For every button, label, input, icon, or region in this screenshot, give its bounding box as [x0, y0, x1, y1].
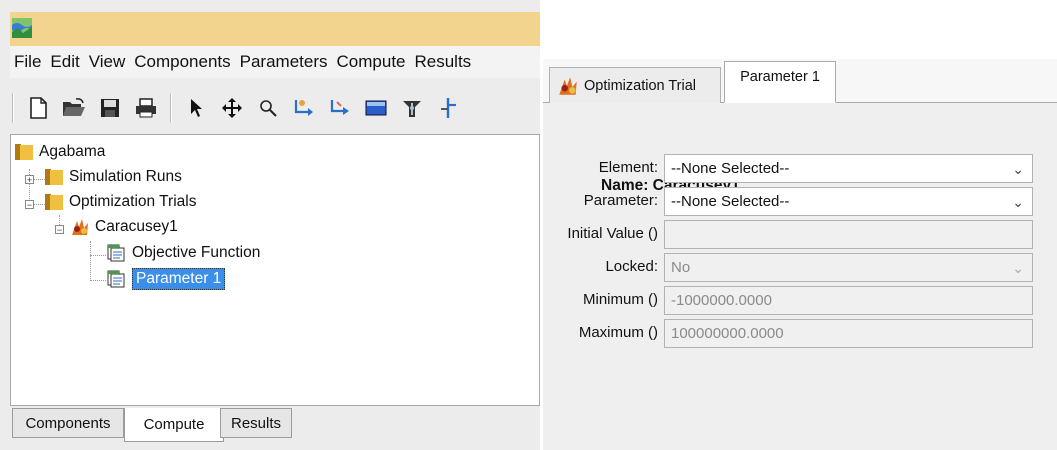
tree-label-root: Agabama — [39, 143, 106, 160]
main-window: File Edit View Components Parameters Com… — [0, 0, 540, 450]
tree-label-simulation-runs: Simulation Runs — [69, 168, 182, 185]
zoom-icon[interactable] — [256, 96, 280, 120]
locked-label: Locked: — [605, 258, 658, 275]
menu-edit[interactable]: Edit — [46, 52, 83, 72]
bottom-tab-bar: Components Compute Results — [10, 408, 540, 442]
menu-bar: File Edit View Components Parameters Com… — [10, 46, 540, 78]
print-icon[interactable] — [134, 96, 158, 120]
folder-icon — [45, 194, 63, 210]
chevron-down-icon: ⌄ — [1012, 161, 1024, 177]
junction-icon[interactable] — [400, 96, 424, 120]
locked-dropdown[interactable]: No ⌄ — [664, 253, 1033, 282]
tree-node-trial[interactable]: Caracusey1 — [69, 216, 178, 238]
folder-icon — [15, 144, 33, 160]
element-dropdown[interactable]: --None Selected-- ⌄ — [664, 154, 1033, 183]
tab-optimization-trial[interactable]: Optimization Trial — [549, 67, 721, 103]
minimum-value: -1000000.0000 — [671, 292, 772, 309]
tab-optimization-trial-label: Optimization Trial — [584, 77, 697, 94]
add-element-icon[interactable] — [292, 96, 316, 120]
tree-line — [90, 241, 91, 281]
folder-icon — [45, 169, 63, 185]
component-editor: Optimization Trial Parameter 1 Name: Car… — [543, 59, 1057, 450]
connect-icon[interactable] — [328, 96, 352, 120]
tree-node-optimization-trials[interactable]: Optimization Trials — [45, 191, 196, 213]
minimum-label: Minimum () — [583, 291, 658, 308]
move-icon[interactable] — [220, 96, 244, 120]
new-icon[interactable] — [26, 96, 50, 120]
tab-parameter-1[interactable]: Parameter 1 — [724, 61, 836, 103]
parameter-value: --None Selected-- — [671, 193, 790, 210]
collapse-icon[interactable]: − — [25, 200, 34, 210]
tab-results[interactable]: Results — [220, 408, 292, 438]
save-icon[interactable] — [98, 96, 122, 120]
arrow-icon[interactable] — [184, 96, 208, 120]
title-bar[interactable] — [10, 12, 540, 46]
toolbar-separator — [12, 93, 14, 123]
toolbar-separator — [170, 93, 172, 123]
collapse-icon[interactable]: − — [55, 225, 64, 235]
menu-compute[interactable]: Compute — [333, 52, 410, 72]
initial-value-field[interactable] — [664, 220, 1033, 249]
tab-components[interactable]: Components — [12, 408, 124, 438]
project-tree: Agabama + Simulation Runs − Optimization… — [10, 134, 540, 406]
tree-node-simulation-runs[interactable]: Simulation Runs — [45, 166, 182, 188]
chevron-down-icon: ⌄ — [1012, 194, 1024, 210]
maximum-label: Maximum () — [578, 324, 658, 341]
menu-components[interactable]: Components — [130, 52, 234, 72]
menu-parameters[interactable]: Parameters — [236, 52, 332, 72]
initial-value-label: Initial Value () — [567, 225, 658, 242]
maximum-field[interactable]: 100000000.0000 — [664, 319, 1033, 348]
maximum-value: 100000000.0000 — [671, 325, 784, 342]
reservoir-icon[interactable] — [364, 96, 388, 120]
optimization-trial-icon — [72, 219, 88, 235]
menu-view[interactable]: View — [85, 52, 130, 72]
element-label: Element: — [598, 159, 658, 176]
chevron-down-icon: ⌄ — [1012, 260, 1024, 276]
tree-node-objective-function[interactable]: Objective Function — [107, 242, 260, 264]
tree-line — [90, 255, 106, 256]
tree-label-parameter-1: Parameter 1 — [132, 268, 226, 290]
optimization-trial-icon — [559, 76, 577, 95]
parameter-dropdown[interactable]: --None Selected-- ⌄ — [664, 187, 1033, 216]
parameter-label: Parameter: — [583, 192, 658, 209]
element-value: --None Selected-- — [671, 160, 790, 177]
parameter-icon — [107, 270, 125, 288]
tab-compute[interactable]: Compute — [124, 408, 224, 442]
parameter-form: Name: Caracusey1 Element: --None Selecte… — [543, 103, 1057, 450]
app-icon — [12, 18, 32, 38]
tree-node-parameter-1[interactable]: Parameter 1 — [107, 268, 226, 290]
editor-tab-strip: Optimization Trial Parameter 1 — [543, 59, 1057, 103]
menu-file[interactable]: File — [10, 52, 45, 72]
tree-node-root[interactable]: Agabama — [15, 141, 105, 163]
locked-value: No — [671, 259, 691, 276]
menu-results[interactable]: Results — [411, 52, 476, 72]
open-icon[interactable] — [62, 96, 86, 120]
tree-label-trial: Caracusey1 — [95, 218, 178, 235]
objective-function-icon — [107, 244, 125, 262]
minimum-field[interactable]: -1000000.0000 — [664, 286, 1033, 315]
diversion-icon[interactable] — [436, 96, 460, 120]
tree-line — [90, 280, 106, 281]
expand-icon[interactable]: + — [25, 175, 34, 185]
toolbar — [10, 86, 540, 130]
tree-label-optimization-trials: Optimization Trials — [69, 193, 197, 210]
tree-label-objective-function: Objective Function — [132, 244, 261, 261]
